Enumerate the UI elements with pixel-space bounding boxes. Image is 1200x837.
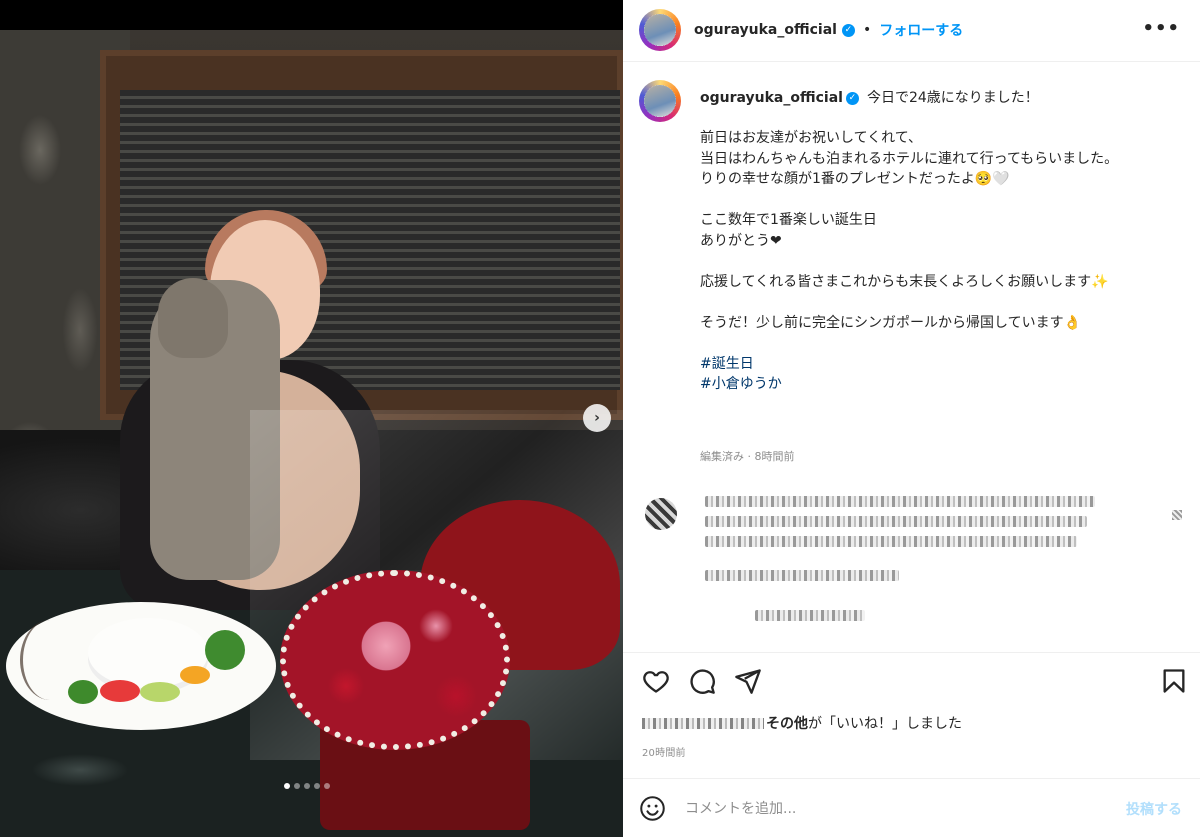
caption-meta: 編集済み · 8時間前 xyxy=(700,450,795,463)
more-options-icon[interactable]: ••• xyxy=(1142,18,1180,39)
author-username[interactable]: ogurayuka_official xyxy=(694,22,837,38)
blurred-liker-name[interactable] xyxy=(642,717,764,729)
photo-dog-head xyxy=(158,278,228,358)
author-avatar[interactable] xyxy=(639,9,681,51)
caption-avatar[interactable] xyxy=(639,80,681,122)
blurred-comment-text xyxy=(705,516,1087,527)
comment-input[interactable] xyxy=(685,797,1085,821)
emoji-icon[interactable] xyxy=(639,795,666,822)
separator-dot: • xyxy=(862,22,872,38)
follow-button[interactable]: フォローする xyxy=(879,20,963,40)
post-comment-button[interactable]: 投稿する xyxy=(1126,799,1182,819)
carousel-dot xyxy=(314,783,320,789)
carousel-dot xyxy=(324,783,330,789)
caption-body: 前日はお友達がお祝いしてくれて、 当日はわんちゃんも泊まれるホテルに連れて行って… xyxy=(700,128,1170,395)
comment-like-icon[interactable] xyxy=(1172,510,1182,520)
commenter-avatar[interactable] xyxy=(645,498,677,530)
caption-username[interactable]: ogurayuka_official xyxy=(700,88,843,108)
comment-bubble-icon[interactable] xyxy=(688,667,716,695)
likes-suffix: が「いいね！」しました xyxy=(808,716,962,732)
share-paper-plane-icon[interactable] xyxy=(734,667,762,695)
blurred-comment-text xyxy=(705,496,1095,507)
blurred-comment-text xyxy=(705,536,1077,547)
photo-fruit xyxy=(140,682,180,702)
photo-image xyxy=(0,30,623,837)
post-photo[interactable]: › xyxy=(0,0,623,837)
add-comment-bar: 投稿する xyxy=(623,778,1200,837)
carousel-indicator xyxy=(284,783,330,789)
photo-bouquet xyxy=(280,570,510,750)
caption-first-line: 今日で24歳になりました！ xyxy=(866,90,1039,106)
carousel-dot-active xyxy=(284,783,290,789)
likes-summary: その他 が「いいね！」しました xyxy=(642,713,962,733)
like-heart-icon[interactable] xyxy=(642,667,670,695)
photo-fruit xyxy=(180,666,210,684)
post-header: ogurayuka_official ✓ • フォローする ••• xyxy=(623,0,1200,62)
comment-item xyxy=(623,492,1200,632)
photo-herb xyxy=(68,680,98,704)
save-bookmark-icon[interactable] xyxy=(1160,667,1188,695)
verified-badge-icon: ✓ xyxy=(841,23,855,37)
carousel-dot xyxy=(294,783,300,789)
post-actions: その他 が「いいね！」しました 20時間前 xyxy=(623,652,1200,777)
hashtag-link[interactable]: #小倉ゆうか xyxy=(700,374,1170,395)
post-sidebar: ogurayuka_official ✓ • フォローする ••• oguray… xyxy=(623,0,1200,837)
post-timestamp[interactable]: 20時間前 xyxy=(642,744,686,759)
blurred-comment-meta xyxy=(705,570,899,581)
chevron-right-icon: › xyxy=(594,410,600,426)
hashtag-link[interactable]: #誕生日 xyxy=(700,354,1170,375)
caption-section: ogurayuka_official ✓ 今日で24歳になりました！ 前日はお友… xyxy=(623,62,1200,652)
blurred-view-replies[interactable] xyxy=(755,610,865,621)
likes-others-link[interactable]: その他 xyxy=(766,713,808,733)
carousel-dot xyxy=(304,783,310,789)
verified-badge-icon: ✓ xyxy=(845,91,859,105)
caption-text: 前日はお友達がお祝いしてくれて、 当日はわんちゃんも泊まれるホテルに連れて行って… xyxy=(700,130,1119,331)
photo-fruit xyxy=(100,680,140,702)
photo-herb xyxy=(205,630,245,670)
carousel-next-button[interactable]: › xyxy=(583,404,611,432)
